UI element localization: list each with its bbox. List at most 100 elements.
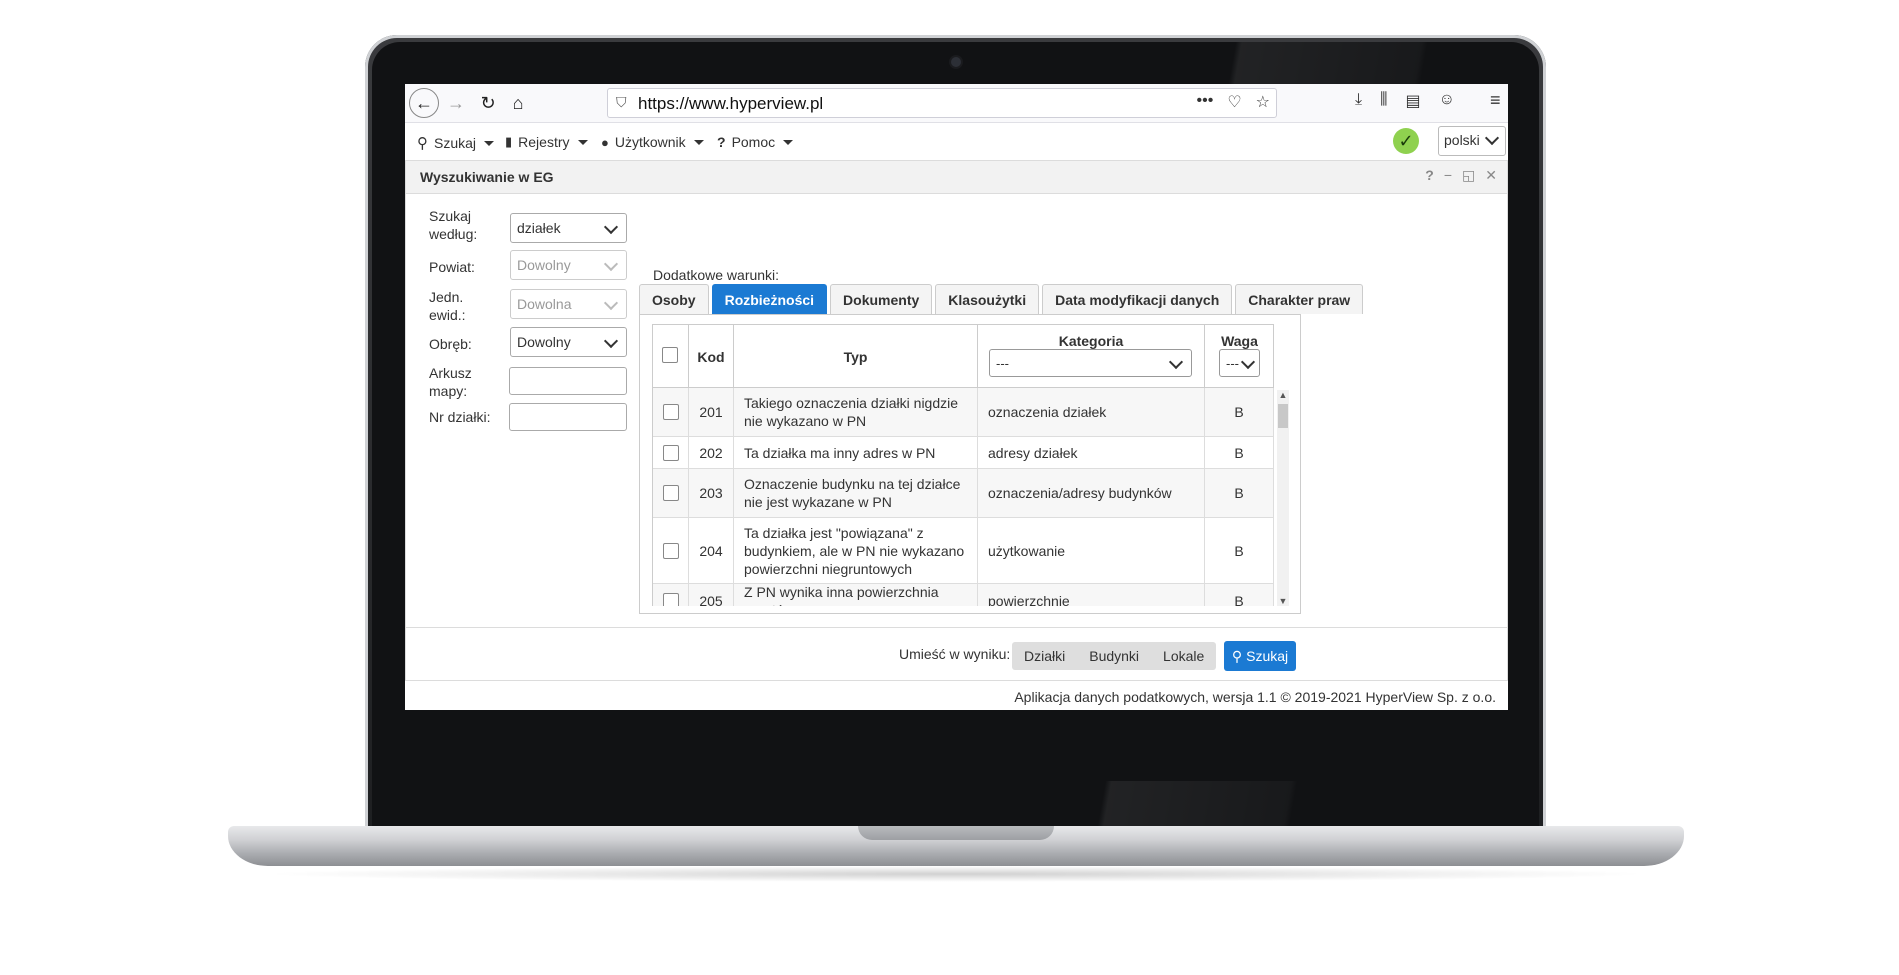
chevron-down-icon [603,333,619,349]
maximize-icon[interactable]: ◱ [1462,167,1475,184]
address-bar[interactable]: ⛉ https://www.hyperview.pl ••• ♡ ☆ [607,88,1277,118]
menu-search[interactable]: ⚲ Szukaj [417,134,495,152]
waga-filter-select[interactable]: --- [1219,349,1260,377]
back-arrow-icon[interactable]: ← [409,88,439,118]
row-kategoria: powierzchnie [978,584,1205,606]
checkmark-icon: ✓ [1393,128,1419,154]
caret-down-icon [484,140,495,146]
row-waga: B [1205,437,1274,468]
tracking-shield-icon[interactable]: ⛉ [616,94,627,111]
minimize-icon[interactable]: − [1444,167,1452,184]
table-row[interactable]: 203 Oznaczenie budynku na tej działce ni… [653,469,1274,518]
tab-osoby[interactable]: Osoby [639,284,709,314]
precinct-select[interactable]: Dowolny [510,327,627,357]
parcel-label: Nr działki: [429,409,491,425]
parcel-input[interactable] [509,403,627,431]
unit-select[interactable]: Dowolna [510,289,627,319]
header-kod[interactable]: Kod [689,325,734,387]
row-waga: B [1205,469,1274,517]
place-in-result-label: Umieść w wyniku: * [899,646,1020,662]
scroll-down-icon[interactable]: ▼ [1277,596,1289,606]
results-bar: Umieść w wyniku: * Działki Budynki Lokal… [406,627,1507,680]
tab-data-modyfikacji[interactable]: Data modyfikacji danych [1042,284,1233,314]
result-option-dzialki[interactable]: Działki [1012,642,1077,670]
bookmark-star-icon[interactable]: ☆ [1256,92,1270,112]
precinct-label: Obręb: [429,336,472,352]
sheet-label: Arkusz mapy: [429,365,472,399]
result-option-lokale[interactable]: Lokale [1151,642,1216,670]
table-row[interactable]: 205 Z PN wynika inna powierzchnia gruntó… [653,584,1274,606]
webcam-icon [951,57,961,67]
search-by-select[interactable]: działek [510,213,627,243]
panel-title: Wyszukiwanie w EG [420,169,554,185]
header-kategoria: Kategoria --- [978,325,1205,387]
kategoria-filter-select[interactable]: --- [989,349,1192,377]
header-typ[interactable]: Typ [734,325,978,387]
hamburger-menu-icon[interactable]: ≡ [1490,90,1501,111]
chevron-down-icon [603,295,619,311]
row-kategoria: użytkowanie [978,518,1205,583]
menu-user[interactable]: ● Użytkownik [601,134,704,150]
search-button[interactable]: ⚲ Szukaj [1224,641,1296,671]
table-scrollbar[interactable]: ▲ ▼ [1277,390,1289,606]
table-row[interactable]: 204 Ta działka jest "powiązana" z budynk… [653,518,1274,584]
table-row[interactable]: 202 Ta działka ma inny adres w PN adresy… [653,437,1274,469]
row-kod: 203 [689,469,734,517]
scroll-up-icon[interactable]: ▲ [1277,390,1289,400]
row-checkbox[interactable] [662,592,679,606]
menu-registers[interactable]: ▮ Rejestry [505,134,588,150]
tab-dokumenty[interactable]: Dokumenty [830,284,933,314]
tab-charakter-praw[interactable]: Charakter praw [1235,284,1364,314]
select-all-checkbox[interactable] [662,347,678,363]
pocket-icon[interactable]: ♡ [1227,92,1241,112]
document-icon: ▮ [505,134,513,149]
row-checkbox[interactable] [662,444,679,461]
row-checkbox[interactable] [662,485,679,501]
sidebar-icon[interactable]: ▤ [1405,91,1420,111]
row-checkbox[interactable] [662,404,679,420]
scroll-thumb[interactable] [1278,404,1288,428]
browser-toolbar: ← → ↻ ⌂ ⛉ https://www.hyperview.pl ••• ♡… [405,84,1508,123]
row-waga: B [1205,584,1274,606]
tab-rozbieznosci[interactable]: Rozbieżności [711,284,828,314]
menu-registers-label: Rejestry [518,134,570,150]
language-select[interactable]: polski [1438,126,1506,156]
page-actions-icon[interactable]: ••• [1197,92,1214,112]
url-text[interactable]: https://www.hyperview.pl [638,94,823,114]
header-waga-label: Waga [1221,333,1258,349]
account-icon[interactable]: ☺ [1439,91,1455,111]
tab-klasouzytki[interactable]: Klasoużytki [935,284,1040,314]
caret-down-icon [577,139,588,145]
county-select[interactable]: Dowolny [510,250,627,280]
select-all-cell [653,325,689,387]
sheet-input[interactable] [509,367,627,395]
reload-icon[interactable]: ↻ [473,88,503,118]
discrepancies-tab-content: Kod Typ Kategoria --- Waga --- 201 Takie… [639,314,1301,614]
menu-help[interactable]: ? Pomoc [717,134,794,150]
chevron-down-icon [1168,354,1184,370]
search-by-label: Szukaj według: [429,208,478,242]
row-kod: 201 [689,388,734,436]
county-label: Powiat: [429,259,475,275]
waga-filter-value: --- [1226,356,1239,371]
county-value: Dowolny [517,257,571,273]
kategoria-filter-value: --- [996,356,1009,371]
result-option-budynki[interactable]: Budynki [1077,642,1151,670]
unit-label: Jedn. ewid.: [429,289,466,323]
bezel-bottom [405,710,1508,781]
table-header: Kod Typ Kategoria --- Waga --- [652,324,1274,388]
library-icon[interactable]: ⫼ [1380,91,1387,111]
home-icon[interactable]: ⌂ [503,88,533,118]
table-body: 201 Takiego oznaczenia działki nigdzie n… [652,388,1274,606]
row-kod: 204 [689,518,734,583]
search-by-value: działek [517,220,561,236]
help-icon[interactable]: ? [1425,167,1434,184]
forward-arrow-icon[interactable]: → [441,88,471,118]
download-icon[interactable]: ⤓ [1355,91,1362,111]
laptop-screen: ← → ↻ ⌂ ⛉ https://www.hyperview.pl ••• ♡… [405,84,1508,781]
row-checkbox[interactable] [662,542,679,559]
row-kategoria: adresy działek [978,437,1205,468]
caret-down-icon [783,139,794,145]
close-icon[interactable]: ✕ [1485,167,1497,184]
table-row[interactable]: 201 Takiego oznaczenia działki nigdzie n… [653,388,1274,437]
